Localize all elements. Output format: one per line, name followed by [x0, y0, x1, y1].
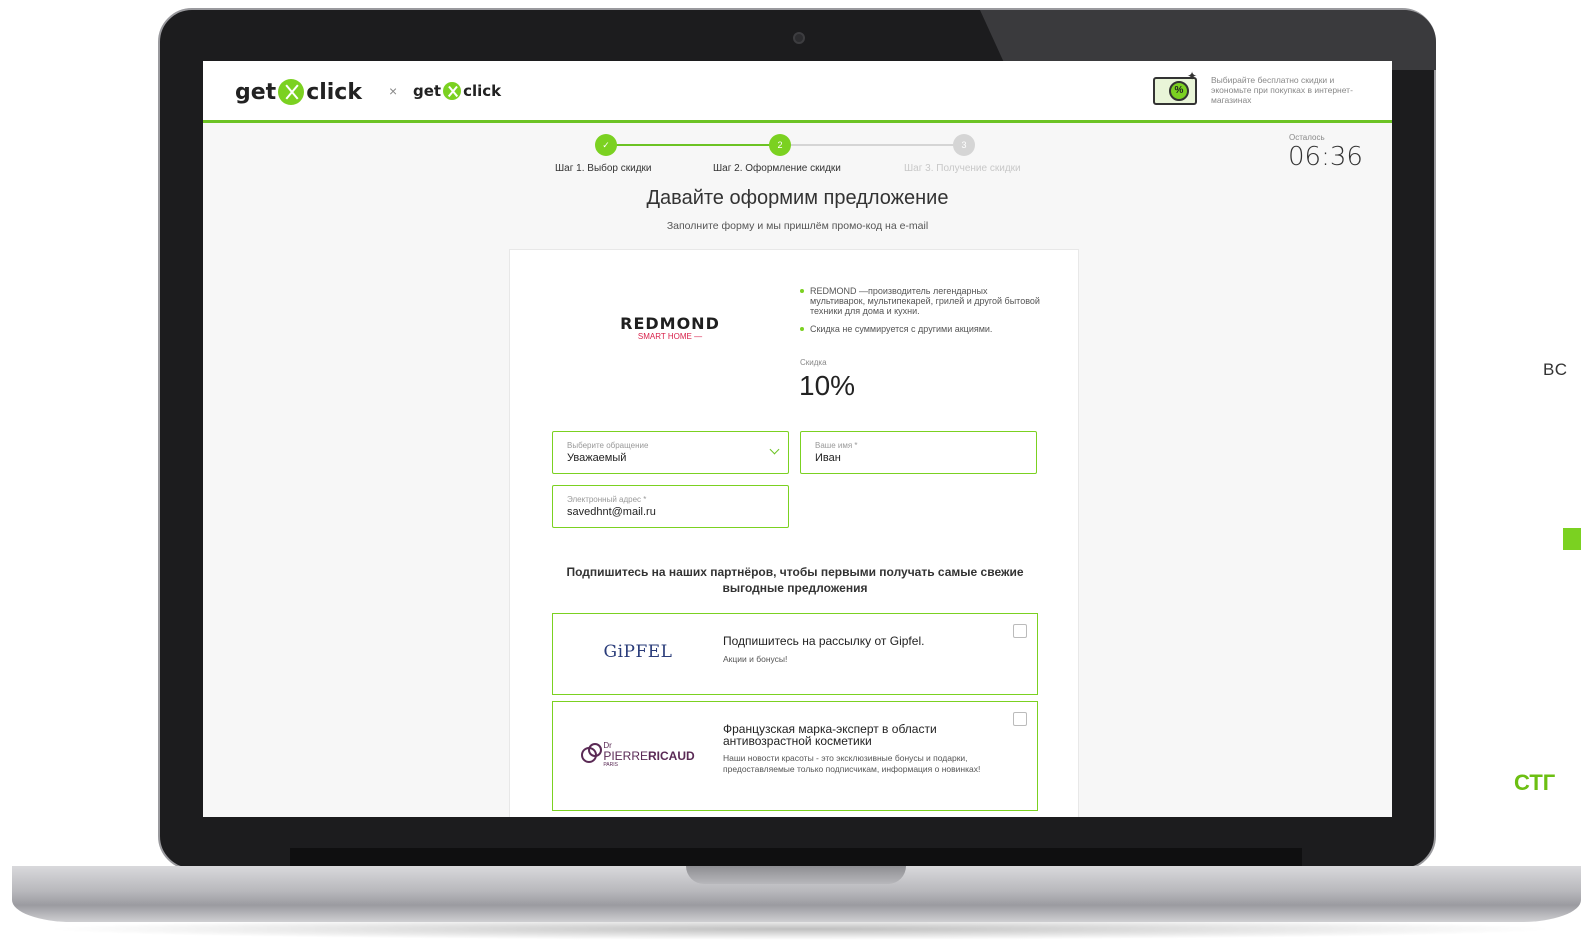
offer-facts: REDMOND —производитель легендарных мульт… [800, 286, 1040, 342]
promo-tagline: Выбирайте бесплатно скидки и экономьте п… [1211, 75, 1353, 105]
partner-logo: get click [413, 82, 501, 100]
pierre-ricaud-emblem-icon [581, 743, 603, 763]
greeting-select[interactable]: Выберите обращение Уважаемый [552, 431, 789, 474]
partner-logo-click: click [463, 82, 502, 100]
logo-pierre: PIERRE [603, 749, 648, 763]
fact-item: REDMOND —производитель легендарных мульт… [800, 286, 1040, 316]
page-title: Давайте оформим предложение [646, 187, 949, 209]
side-cropped-heading: СТГ [1514, 770, 1556, 795]
chevron-down-icon[interactable] [769, 444, 780, 455]
camera-icon [793, 32, 805, 44]
progress-stepper: ✓ 2 3 Шаг 1. Выбор скидки Шаг 2. Оформле… [543, 133, 1043, 174]
top-bar: get click × get click % ✦ Выбирайте бесп… [203, 61, 1392, 123]
greeting-select-label: Выберите обращение [567, 441, 649, 450]
step-2-indicator: 2 [769, 134, 791, 156]
step-connector-complete [605, 144, 781, 146]
step-2-label: Шаг 2. Оформление скидки [713, 163, 841, 174]
subscribe-heading: Подпишитесь на наших партнёров, чтобы пе… [566, 565, 1024, 595]
partner-separator: × [389, 83, 398, 99]
partner-description: Наши новости красоты - это эксклюзивные … [723, 753, 981, 774]
email-field[interactable]: Электронный адрес * savedhnt@mail.ru [552, 485, 789, 528]
name-field[interactable]: Ваше имя * Иван [800, 431, 1037, 474]
logo-text-get: get [235, 79, 277, 105]
subscribe-checkbox[interactable] [1013, 624, 1027, 638]
gipfel-logo: GiPFEL [603, 642, 673, 662]
partner-pierre-ricaud[interactable]: Dr PIERRERICAUD PARIS Французская марка-… [552, 701, 1038, 811]
discount-value: 10% [799, 370, 856, 401]
step-1-label: Шаг 1. Выбор скидки [555, 163, 652, 174]
percent-ticket-icon: % ✦ [1153, 69, 1197, 107]
fact-item: Скидка не суммируется с другими акциями. [800, 324, 1040, 334]
timer-label: Осталось [1289, 133, 1325, 142]
step-connector-pending [789, 144, 965, 146]
step-1-check-icon: ✓ [595, 134, 617, 156]
offer-card: REDMOND SMART HOME — REDMOND —производит… [509, 249, 1079, 817]
partner-title: Французская марка-эксперт в области анти… [723, 722, 937, 748]
laptop-notch [686, 866, 906, 884]
bezel-bottom [290, 848, 1302, 868]
partner-logo-get: get [413, 82, 442, 100]
logo-ricaud: RICAUD [648, 749, 695, 763]
browser-screen: get click × get click % ✦ Выбирайте бесп… [203, 61, 1392, 817]
side-cropped-text: ВС [1543, 360, 1569, 379]
logo-text-click: click [306, 79, 362, 105]
brand-name: REDMOND [620, 314, 720, 333]
pierre-ricaud-logo: Dr PIERRERICAUD PARIS [553, 742, 723, 768]
partner-title: Подпишитесь на рассылку от Gipfel. [723, 634, 925, 648]
step-3-label: Шаг 3. Получение скидки [904, 163, 1021, 174]
side-cropped-block [1563, 528, 1581, 550]
greeting-select-value: Уважаемый [567, 452, 627, 464]
redmond-logo: REDMOND SMART HOME — [610, 314, 730, 341]
email-field-value[interactable]: savedhnt@mail.ru [567, 506, 656, 518]
getclick-logo[interactable]: get click [235, 79, 362, 105]
partner-logo-x-icon [443, 82, 462, 100]
name-field-value[interactable]: Иван [815, 452, 841, 464]
discount-label: Скидка [800, 358, 827, 367]
partner-gipfel[interactable]: GiPFEL Подпишитесь на рассылку от Gipfel… [552, 613, 1038, 695]
email-field-label: Электронный адрес * [567, 495, 647, 504]
logo-x-icon [278, 79, 305, 105]
step-3-indicator: 3 [953, 134, 975, 156]
partner-description: Акции и бонусы! [723, 654, 788, 664]
countdown-timer: 06:36 [1288, 142, 1363, 172]
brand-tagline: SMART HOME — [637, 332, 703, 341]
name-field-label: Ваше имя * [815, 441, 858, 450]
subscribe-checkbox[interactable] [1013, 712, 1027, 726]
page-subtitle: Заполните форму и мы пришлём промо-код н… [666, 220, 929, 232]
